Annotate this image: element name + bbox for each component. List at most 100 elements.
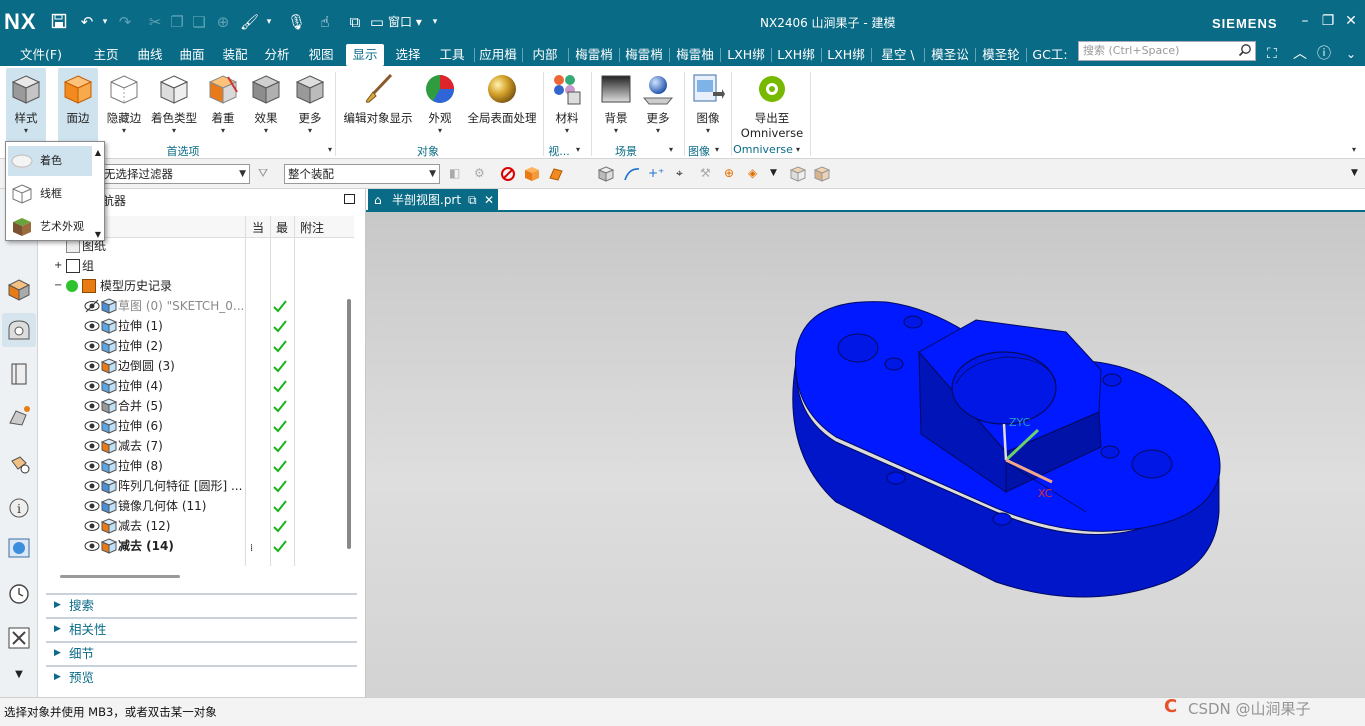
tree-row-history[interactable]: − 模型历史记录: [46, 276, 346, 296]
select-face-icon[interactable]: [548, 166, 564, 182]
select-solid-icon[interactable]: [524, 166, 540, 182]
group-scene-dropdown-icon[interactable]: ▾: [669, 145, 673, 154]
save-icon[interactable]: [50, 13, 68, 31]
menu-analysis[interactable]: 分析: [259, 44, 295, 66]
tree-row-subtract[interactable]: 减去 (7): [46, 436, 346, 456]
menu-tools[interactable]: 工具: [434, 44, 470, 66]
window-icon[interactable]: ▭: [368, 13, 386, 31]
eye-icon[interactable]: [84, 419, 100, 433]
panel-preview[interactable]: ▶ 预览: [46, 665, 357, 688]
brush-icon[interactable]: 🖌: [240, 13, 259, 31]
column-note[interactable]: 附注: [300, 219, 324, 236]
style-button[interactable]: 样式 ▾: [6, 68, 46, 148]
eye-icon[interactable]: [84, 539, 100, 553]
style-option-wireframe[interactable]: 线框: [8, 179, 92, 209]
menu-plugin-2[interactable]: 梅雷梢: [622, 44, 666, 66]
eye-icon[interactable]: [84, 519, 100, 533]
tree-row-sketch[interactable]: 草图 (0) "SKETCH_0...: [46, 296, 346, 316]
tree-row-extrude[interactable]: 拉伸 (1): [46, 316, 346, 336]
eye-icon[interactable]: [84, 399, 100, 413]
tab-popout-icon[interactable]: ⧉: [468, 189, 477, 212]
menu-mosheng-1[interactable]: 模圣讼: [928, 44, 972, 66]
type-filter-select[interactable]: 无选择过滤器 ▼: [100, 164, 250, 184]
help-icon[interactable]: ⓘ: [1317, 44, 1331, 64]
menu-lxh-2[interactable]: LXH绑: [774, 44, 818, 66]
menu-view[interactable]: 视图: [303, 44, 339, 66]
group-omniverse-dropdown-icon[interactable]: ▾: [796, 145, 800, 154]
menu-internal[interactable]: 内部: [527, 44, 563, 66]
part-model[interactable]: ZYC XC: [366, 212, 1365, 697]
more-preferences-button[interactable]: 更多 ▾: [290, 68, 330, 148]
tree-row-blend[interactable]: 边倒圆 (3): [46, 356, 346, 376]
menu-surface[interactable]: 曲面: [174, 44, 210, 66]
menu-lxh-1[interactable]: LXH绑: [724, 44, 768, 66]
style-option-artistic[interactable]: 艺术外观: [8, 212, 92, 242]
menu-home[interactable]: 主页: [88, 44, 124, 66]
style-option-shaded[interactable]: 着色: [8, 146, 92, 176]
edit-object-display-button[interactable]: 编辑对象显示: [340, 68, 416, 148]
menu-curve[interactable]: 曲线: [132, 44, 168, 66]
panel-search[interactable]: ▶ 搜索: [46, 593, 357, 616]
scroll-down-icon[interactable]: ▼: [95, 230, 101, 239]
feature-select-icon[interactable]: ⚙: [474, 166, 490, 182]
resource-bar-more-icon[interactable]: ▼: [6, 669, 32, 695]
tree-row-unite[interactable]: 合并 (5): [46, 396, 346, 416]
eye-icon[interactable]: [84, 499, 100, 513]
undo-icon[interactable]: ↶: [78, 13, 96, 31]
eye-icon[interactable]: [84, 379, 100, 393]
selbar-overflow-icon[interactable]: ▼: [1351, 168, 1365, 184]
menu-mosheng-2[interactable]: 模圣轮: [979, 44, 1023, 66]
material-button[interactable]: 材料 ▾: [548, 68, 586, 148]
restore-icon[interactable]: ❐: [1320, 12, 1336, 30]
group-view-dropdown-icon[interactable]: ▾: [576, 145, 580, 154]
menu-gc-tools[interactable]: GC工:: [1030, 44, 1070, 66]
repeat-command-icon[interactable]: ⊕: [214, 13, 232, 31]
snap-point-icon[interactable]: ⌖: [676, 166, 692, 182]
edge-button[interactable]: 面边: [58, 68, 98, 148]
undo-dropdown-icon[interactable]: ▾: [96, 13, 114, 31]
scroll-up-icon[interactable]: ▲: [95, 148, 101, 157]
select-cube-icon[interactable]: [598, 166, 614, 182]
history-icon[interactable]: [6, 403, 32, 429]
tree-row-extrude[interactable]: 拉伸 (2): [46, 336, 346, 356]
tree-row-extrude[interactable]: 拉伸 (4): [46, 376, 346, 396]
paste-icon[interactable]: ❏: [190, 13, 208, 31]
eye-icon[interactable]: [84, 459, 100, 473]
eye-icon[interactable]: [84, 479, 100, 493]
snap-dropdown-icon[interactable]: ▼: [770, 168, 786, 184]
window-menu[interactable]: 窗口 ▾: [388, 13, 422, 30]
menu-plugin-3[interactable]: 梅雷柚: [673, 44, 717, 66]
expand-toggle-icon[interactable]: +: [54, 256, 62, 276]
tree-row-subtract[interactable]: 减去 (12): [46, 516, 346, 536]
clock-icon[interactable]: [6, 581, 32, 607]
web-browser-icon[interactable]: [6, 535, 32, 561]
show-hidden-body-icon[interactable]: [790, 166, 806, 182]
tree-row-extrude[interactable]: 拉伸 (8): [46, 456, 346, 476]
tree-row-group[interactable]: + 组: [46, 256, 346, 276]
select-body-icon[interactable]: ◧: [449, 166, 465, 182]
maximize-icon[interactable]: [344, 194, 355, 204]
expand-toggle-icon[interactable]: −: [54, 276, 62, 296]
brush-dropdown-icon[interactable]: ▾: [260, 13, 278, 31]
graphics-window[interactable]: ZYC XC: [366, 212, 1365, 697]
microphone-icon[interactable]: 🎙: [287, 13, 306, 31]
tree-row-subtract[interactable]: 减去 (14) ⁞: [46, 536, 346, 556]
show-body-icon[interactable]: [814, 166, 830, 182]
menu-xingkong[interactable]: 星空 \: [875, 44, 921, 66]
eye-icon[interactable]: [84, 319, 100, 333]
fullscreen-icon[interactable]: ⛶: [1267, 44, 1277, 64]
menu-assembly[interactable]: 装配: [217, 44, 253, 66]
hidden-edge-button[interactable]: 隐藏边 ▾: [104, 68, 144, 148]
tab-close-icon[interactable]: ✕: [484, 189, 494, 212]
copy-icon[interactable]: ❐: [168, 13, 186, 31]
close-icon[interactable]: ✕: [1343, 12, 1359, 30]
clear-selection-icon[interactable]: [500, 166, 516, 182]
panel-dependencies[interactable]: ▶ 相关性: [46, 617, 357, 640]
effect-button[interactable]: 效果 ▾: [246, 68, 286, 148]
panel-details[interactable]: ▶ 细节: [46, 641, 357, 664]
ribbon-overflow-icon[interactable]: ▾: [1352, 145, 1356, 154]
intersection-point-icon[interactable]: ◈: [748, 166, 764, 182]
tab-half-section-view[interactable]: ⌂ 半剖视图.prt ⧉ ✕: [368, 189, 498, 212]
menu-lxh-3[interactable]: LXH绑: [824, 44, 868, 66]
quick-access-dropdown-icon[interactable]: ▾: [426, 13, 444, 31]
